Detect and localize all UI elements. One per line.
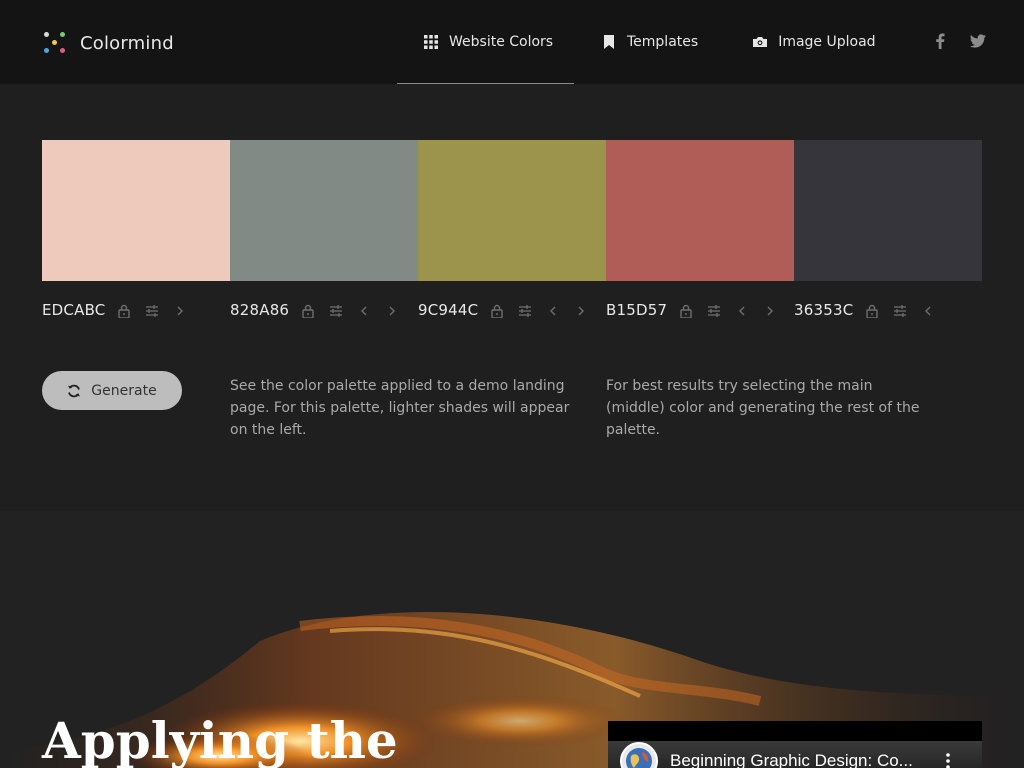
nav-website-colors[interactable]: Website Colors: [397, 0, 574, 84]
shift-right-icon[interactable]: [173, 303, 187, 317]
adjust-sliders-icon[interactable]: [329, 303, 343, 317]
top-navigation-bar: Colormind Website Colors Templates Image…: [0, 0, 1024, 84]
twitter-icon[interactable]: [970, 33, 986, 49]
lock-icon[interactable]: [301, 303, 315, 319]
embedded-video[interactable]: Beginning Graphic Design: Co...: [608, 721, 982, 768]
facebook-icon[interactable]: [934, 33, 946, 49]
color-swatch[interactable]: [606, 140, 794, 281]
nav-templates[interactable]: Templates: [602, 0, 698, 84]
swatch-controls: EDCABC: [42, 298, 201, 322]
shift-left-icon[interactable]: [546, 303, 560, 317]
adjust-sliders-icon[interactable]: [893, 303, 907, 317]
more-vertical-icon[interactable]: [946, 753, 950, 768]
color-palette: [42, 140, 982, 281]
adjust-sliders-icon[interactable]: [707, 303, 721, 317]
colormind-logo-icon: [42, 30, 68, 56]
generate-button[interactable]: Generate: [42, 371, 182, 410]
hex-code[interactable]: 9C944C: [418, 301, 478, 319]
camera-icon: [753, 37, 768, 47]
demo-note: See the color palette applied to a demo …: [230, 378, 570, 438]
swatch-controls: B15D57: [606, 298, 791, 322]
video-title[interactable]: Beginning Graphic Design: Co...: [670, 751, 930, 768]
globe-icon: [626, 748, 652, 768]
brand-name: Colormind: [80, 32, 174, 54]
channel-avatar[interactable]: [620, 742, 658, 768]
color-swatch[interactable]: [230, 140, 418, 281]
shift-left-icon[interactable]: [921, 303, 935, 317]
lock-icon[interactable]: [117, 303, 131, 319]
palette-controls: EDCABC 828A86 9C944C B15D57 36353C: [42, 298, 982, 322]
color-swatch[interactable]: [42, 140, 230, 281]
shift-right-icon[interactable]: [763, 303, 777, 317]
tip-note: For best results try selecting the main …: [606, 378, 920, 438]
color-swatch[interactable]: [794, 140, 982, 281]
swatch-controls: 9C944C: [418, 298, 602, 322]
nav-image-upload[interactable]: Image Upload: [753, 0, 876, 84]
main-nav: Website Colors Templates Image Upload: [397, 0, 876, 84]
swatch-controls: 36353C: [794, 298, 949, 322]
color-swatch[interactable]: [418, 140, 606, 281]
nav-image-upload-label: Image Upload: [778, 34, 876, 50]
shift-right-icon[interactable]: [385, 303, 399, 317]
adjust-sliders-icon[interactable]: [145, 303, 159, 317]
hex-code[interactable]: B15D57: [606, 301, 667, 319]
hex-code[interactable]: EDCABC: [42, 301, 105, 319]
generate-button-label: Generate: [91, 382, 157, 399]
swatch-controls: 828A86: [230, 298, 413, 322]
shift-right-icon[interactable]: [574, 303, 588, 317]
brand-logo[interactable]: Colormind: [42, 30, 174, 56]
bookmark-icon: [604, 35, 614, 49]
hex-code[interactable]: 36353C: [794, 301, 853, 319]
shift-left-icon[interactable]: [735, 303, 749, 317]
hero-section: Applying the Beginning Graphic Design: C…: [0, 511, 1024, 768]
lock-icon[interactable]: [490, 303, 504, 319]
refresh-icon: [68, 384, 81, 397]
shift-left-icon[interactable]: [357, 303, 371, 317]
lock-icon[interactable]: [865, 303, 879, 319]
grid-icon: [424, 35, 438, 49]
nav-templates-label: Templates: [627, 34, 699, 50]
lock-icon[interactable]: [679, 303, 693, 319]
hex-code[interactable]: 828A86: [230, 301, 289, 319]
nav-website-colors-label: Website Colors: [449, 34, 554, 50]
adjust-sliders-icon[interactable]: [518, 303, 532, 317]
hero-title: Applying the: [42, 711, 398, 768]
video-title-bar: Beginning Graphic Design: Co...: [608, 741, 982, 768]
